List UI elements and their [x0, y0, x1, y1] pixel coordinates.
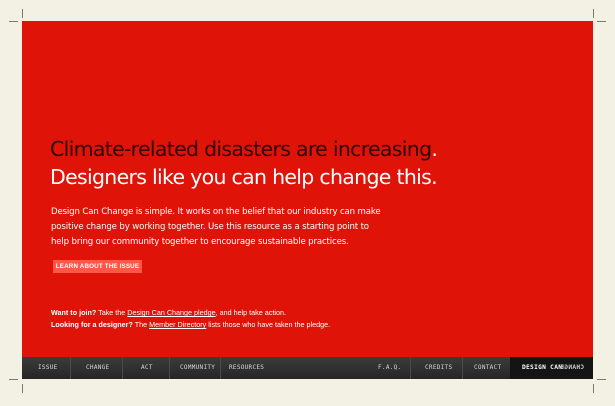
headline: Climate-related disasters are increasing…	[50, 135, 438, 191]
nav-community[interactable]: COMMUNITY	[180, 357, 215, 379]
crop-mark	[9, 379, 18, 380]
directory-question: Looking for a designer?	[51, 320, 133, 329]
headline-period: .	[431, 137, 438, 161]
join-text: Take the	[96, 308, 128, 317]
nav-issue[interactable]: ISSUE	[38, 357, 58, 379]
nav-divider	[410, 357, 411, 379]
headline-line-2: Designers like you can help change this.	[50, 165, 438, 189]
nav-contact[interactable]: CONTACT	[474, 357, 501, 379]
join-text: , and help take action.	[215, 308, 286, 317]
learn-about-issue-button[interactable]: LEARN ABOUT THE ISSUE	[53, 260, 142, 273]
member-directory-link[interactable]: Member Directory	[149, 320, 206, 329]
hero-panel: Climate-related disasters are increasing…	[22, 21, 593, 357]
nav-faq[interactable]: F.A.Q.	[378, 357, 401, 379]
nav-divider	[462, 357, 463, 379]
nav-act[interactable]: ACT	[141, 357, 153, 379]
pledge-link[interactable]: Design Can Change pledge	[127, 308, 215, 317]
nav-divider	[70, 357, 71, 379]
crop-mark	[22, 9, 23, 18]
nav-divider	[122, 357, 123, 379]
directory-text: lists those who have taken the pledge.	[206, 320, 331, 329]
logo-word-design-can: DESIGN CAN	[522, 364, 563, 371]
headline-line-1: Climate-related disasters are increasing…	[50, 135, 438, 163]
join-info: Want to join? Take the Design Can Change…	[51, 307, 330, 331]
headline-line-1-text: Climate-related disasters are increasing	[50, 137, 432, 161]
page: { "hero": { "headline_line1": "Climate-r…	[0, 0, 615, 406]
directory-text: The	[132, 320, 150, 329]
crop-mark	[593, 9, 594, 18]
crop-mark	[597, 379, 606, 380]
nav-change[interactable]: CHANGE	[86, 357, 109, 379]
intro-paragraph: Design Can Change is simple. It works on…	[51, 207, 381, 247]
nav-divider	[169, 357, 170, 379]
nav-credits[interactable]: CREDITS	[425, 357, 452, 379]
logo-word-change-mirrored: CHANGE	[560, 364, 585, 371]
directory-line: Looking for a designer? The Member Direc…	[51, 319, 330, 331]
join-question: Want to join?	[51, 308, 97, 317]
crop-mark	[22, 384, 23, 393]
nav-resources[interactable]: RESOURCES	[229, 357, 264, 379]
design-can-change-logo[interactable]: DESIGN CAN CHANGE	[510, 357, 593, 379]
crop-mark	[593, 384, 594, 393]
nav-divider	[220, 357, 221, 379]
join-line: Want to join? Take the Design Can Change…	[51, 307, 330, 319]
footer-nav: ISSUE CHANGE ACT COMMUNITY RESOURCES F.A…	[22, 357, 593, 379]
crop-mark	[9, 21, 18, 22]
crop-mark	[597, 21, 606, 22]
